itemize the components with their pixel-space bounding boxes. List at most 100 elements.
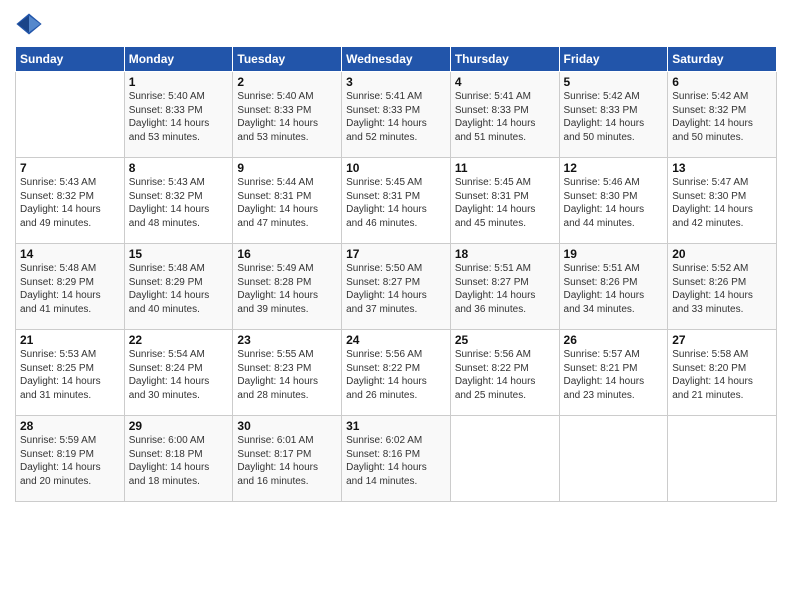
- day-info: Sunrise: 5:59 AM Sunset: 8:19 PM Dayligh…: [20, 434, 120, 488]
- day-number: 24: [346, 333, 446, 347]
- day-info: Sunrise: 5:49 AM Sunset: 8:28 PM Dayligh…: [237, 262, 337, 316]
- day-number: 15: [129, 247, 229, 261]
- day-info: Sunrise: 5:40 AM Sunset: 8:33 PM Dayligh…: [129, 90, 229, 144]
- calendar-cell: [450, 416, 559, 502]
- day-info: Sunrise: 6:02 AM Sunset: 8:16 PM Dayligh…: [346, 434, 446, 488]
- day-number: 26: [564, 333, 664, 347]
- calendar-cell: 20Sunrise: 5:52 AM Sunset: 8:26 PM Dayli…: [668, 244, 777, 330]
- page: SundayMondayTuesdayWednesdayThursdayFrid…: [0, 0, 792, 612]
- day-info: Sunrise: 5:51 AM Sunset: 8:26 PM Dayligh…: [564, 262, 664, 316]
- weekday-header-wednesday: Wednesday: [342, 47, 451, 72]
- day-number: 23: [237, 333, 337, 347]
- calendar-cell: 28Sunrise: 5:59 AM Sunset: 8:19 PM Dayli…: [16, 416, 125, 502]
- day-info: Sunrise: 5:45 AM Sunset: 8:31 PM Dayligh…: [346, 176, 446, 230]
- calendar-cell: 7Sunrise: 5:43 AM Sunset: 8:32 PM Daylig…: [16, 158, 125, 244]
- day-number: 2: [237, 75, 337, 89]
- day-info: Sunrise: 5:56 AM Sunset: 8:22 PM Dayligh…: [346, 348, 446, 402]
- day-info: Sunrise: 5:42 AM Sunset: 8:32 PM Dayligh…: [672, 90, 772, 144]
- day-number: 29: [129, 419, 229, 433]
- day-info: Sunrise: 6:01 AM Sunset: 8:17 PM Dayligh…: [237, 434, 337, 488]
- day-number: 6: [672, 75, 772, 89]
- day-number: 22: [129, 333, 229, 347]
- calendar-cell: 13Sunrise: 5:47 AM Sunset: 8:30 PM Dayli…: [668, 158, 777, 244]
- day-number: 27: [672, 333, 772, 347]
- day-number: 16: [237, 247, 337, 261]
- calendar-cell: 27Sunrise: 5:58 AM Sunset: 8:20 PM Dayli…: [668, 330, 777, 416]
- calendar-cell: 4Sunrise: 5:41 AM Sunset: 8:33 PM Daylig…: [450, 72, 559, 158]
- calendar-cell: 17Sunrise: 5:50 AM Sunset: 8:27 PM Dayli…: [342, 244, 451, 330]
- calendar-cell: 1Sunrise: 5:40 AM Sunset: 8:33 PM Daylig…: [124, 72, 233, 158]
- calendar-cell: 6Sunrise: 5:42 AM Sunset: 8:32 PM Daylig…: [668, 72, 777, 158]
- calendar-cell: [668, 416, 777, 502]
- day-number: 5: [564, 75, 664, 89]
- calendar-cell: [16, 72, 125, 158]
- calendar-week-3: 21Sunrise: 5:53 AM Sunset: 8:25 PM Dayli…: [16, 330, 777, 416]
- day-info: Sunrise: 5:41 AM Sunset: 8:33 PM Dayligh…: [346, 90, 446, 144]
- calendar-cell: 29Sunrise: 6:00 AM Sunset: 8:18 PM Dayli…: [124, 416, 233, 502]
- calendar-cell: 3Sunrise: 5:41 AM Sunset: 8:33 PM Daylig…: [342, 72, 451, 158]
- weekday-header-tuesday: Tuesday: [233, 47, 342, 72]
- day-number: 3: [346, 75, 446, 89]
- day-number: 17: [346, 247, 446, 261]
- day-number: 21: [20, 333, 120, 347]
- calendar-table: SundayMondayTuesdayWednesdayThursdayFrid…: [15, 46, 777, 502]
- day-number: 7: [20, 161, 120, 175]
- day-number: 28: [20, 419, 120, 433]
- calendar-cell: 9Sunrise: 5:44 AM Sunset: 8:31 PM Daylig…: [233, 158, 342, 244]
- day-info: Sunrise: 5:51 AM Sunset: 8:27 PM Dayligh…: [455, 262, 555, 316]
- day-number: 20: [672, 247, 772, 261]
- day-info: Sunrise: 5:47 AM Sunset: 8:30 PM Dayligh…: [672, 176, 772, 230]
- calendar-week-4: 28Sunrise: 5:59 AM Sunset: 8:19 PM Dayli…: [16, 416, 777, 502]
- calendar-cell: 30Sunrise: 6:01 AM Sunset: 8:17 PM Dayli…: [233, 416, 342, 502]
- day-info: Sunrise: 5:41 AM Sunset: 8:33 PM Dayligh…: [455, 90, 555, 144]
- weekday-header-sunday: Sunday: [16, 47, 125, 72]
- day-info: Sunrise: 5:40 AM Sunset: 8:33 PM Dayligh…: [237, 90, 337, 144]
- calendar-cell: 15Sunrise: 5:48 AM Sunset: 8:29 PM Dayli…: [124, 244, 233, 330]
- day-info: Sunrise: 6:00 AM Sunset: 8:18 PM Dayligh…: [129, 434, 229, 488]
- weekday-header-saturday: Saturday: [668, 47, 777, 72]
- calendar-cell: 18Sunrise: 5:51 AM Sunset: 8:27 PM Dayli…: [450, 244, 559, 330]
- logo: [15, 10, 47, 38]
- calendar-cell: 19Sunrise: 5:51 AM Sunset: 8:26 PM Dayli…: [559, 244, 668, 330]
- header: [15, 10, 777, 38]
- day-number: 13: [672, 161, 772, 175]
- calendar-cell: 24Sunrise: 5:56 AM Sunset: 8:22 PM Dayli…: [342, 330, 451, 416]
- day-number: 31: [346, 419, 446, 433]
- day-info: Sunrise: 5:46 AM Sunset: 8:30 PM Dayligh…: [564, 176, 664, 230]
- day-number: 19: [564, 247, 664, 261]
- day-number: 1: [129, 75, 229, 89]
- calendar-week-2: 14Sunrise: 5:48 AM Sunset: 8:29 PM Dayli…: [16, 244, 777, 330]
- weekday-header-monday: Monday: [124, 47, 233, 72]
- day-number: 8: [129, 161, 229, 175]
- calendar-cell: 23Sunrise: 5:55 AM Sunset: 8:23 PM Dayli…: [233, 330, 342, 416]
- calendar-cell: 26Sunrise: 5:57 AM Sunset: 8:21 PM Dayli…: [559, 330, 668, 416]
- day-info: Sunrise: 5:55 AM Sunset: 8:23 PM Dayligh…: [237, 348, 337, 402]
- calendar-cell: 31Sunrise: 6:02 AM Sunset: 8:16 PM Dayli…: [342, 416, 451, 502]
- calendar-cell: 2Sunrise: 5:40 AM Sunset: 8:33 PM Daylig…: [233, 72, 342, 158]
- day-info: Sunrise: 5:52 AM Sunset: 8:26 PM Dayligh…: [672, 262, 772, 316]
- day-number: 14: [20, 247, 120, 261]
- calendar-header: SundayMondayTuesdayWednesdayThursdayFrid…: [16, 47, 777, 72]
- calendar-week-0: 1Sunrise: 5:40 AM Sunset: 8:33 PM Daylig…: [16, 72, 777, 158]
- day-info: Sunrise: 5:43 AM Sunset: 8:32 PM Dayligh…: [20, 176, 120, 230]
- day-number: 12: [564, 161, 664, 175]
- logo-icon: [15, 10, 43, 38]
- day-number: 30: [237, 419, 337, 433]
- calendar-body: 1Sunrise: 5:40 AM Sunset: 8:33 PM Daylig…: [16, 72, 777, 502]
- day-info: Sunrise: 5:44 AM Sunset: 8:31 PM Dayligh…: [237, 176, 337, 230]
- calendar-cell: 11Sunrise: 5:45 AM Sunset: 8:31 PM Dayli…: [450, 158, 559, 244]
- day-info: Sunrise: 5:54 AM Sunset: 8:24 PM Dayligh…: [129, 348, 229, 402]
- calendar-cell: 10Sunrise: 5:45 AM Sunset: 8:31 PM Dayli…: [342, 158, 451, 244]
- weekday-header-row: SundayMondayTuesdayWednesdayThursdayFrid…: [16, 47, 777, 72]
- calendar-week-1: 7Sunrise: 5:43 AM Sunset: 8:32 PM Daylig…: [16, 158, 777, 244]
- calendar-cell: 14Sunrise: 5:48 AM Sunset: 8:29 PM Dayli…: [16, 244, 125, 330]
- day-number: 10: [346, 161, 446, 175]
- day-info: Sunrise: 5:56 AM Sunset: 8:22 PM Dayligh…: [455, 348, 555, 402]
- day-info: Sunrise: 5:53 AM Sunset: 8:25 PM Dayligh…: [20, 348, 120, 402]
- day-number: 11: [455, 161, 555, 175]
- calendar-cell: 8Sunrise: 5:43 AM Sunset: 8:32 PM Daylig…: [124, 158, 233, 244]
- calendar-cell: 21Sunrise: 5:53 AM Sunset: 8:25 PM Dayli…: [16, 330, 125, 416]
- day-info: Sunrise: 5:48 AM Sunset: 8:29 PM Dayligh…: [129, 262, 229, 316]
- calendar-cell: [559, 416, 668, 502]
- day-info: Sunrise: 5:48 AM Sunset: 8:29 PM Dayligh…: [20, 262, 120, 316]
